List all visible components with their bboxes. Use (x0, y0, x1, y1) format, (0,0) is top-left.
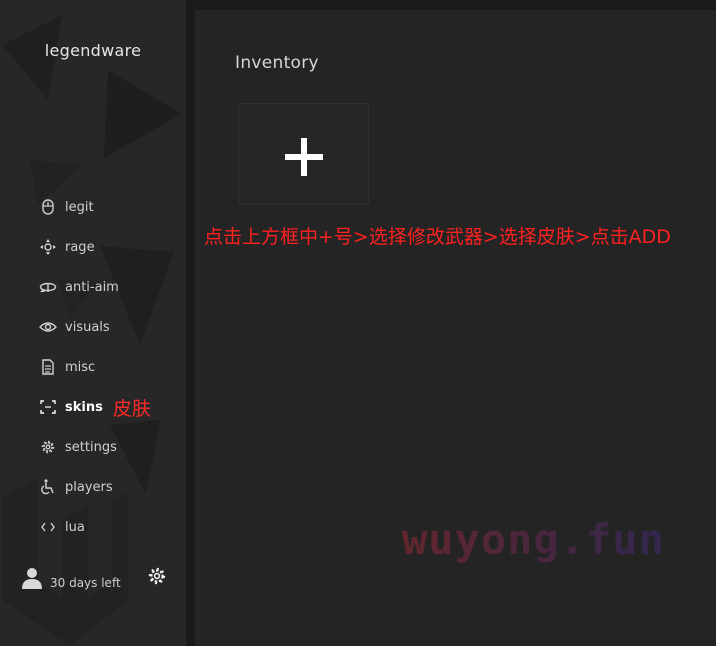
sidebar-item-legit[interactable]: legit (38, 187, 178, 227)
rotate-icon (38, 277, 58, 297)
watermark: wuyong.fun (402, 515, 665, 564)
add-item-tile[interactable] (238, 103, 369, 205)
sidebar-footer: 30 days left (20, 566, 180, 596)
sidebar-item-label: rage (65, 239, 95, 255)
sidebar-item-label: players (65, 479, 113, 495)
subscription-days-left: 30 days left (50, 576, 121, 590)
sidebar-item-label: legit (65, 199, 94, 215)
sidebar-item-anti-aim[interactable]: anti-aim (38, 267, 178, 307)
sidebar-item-skins[interactable]: skins 皮肤 (38, 387, 178, 427)
settings-gear-icon[interactable] (147, 566, 167, 586)
sidebar-nav: legit rage anti-aim visuals misc skins 皮… (38, 187, 178, 547)
gear-icon (38, 437, 58, 457)
document-icon (38, 357, 58, 377)
sidebar-item-label: misc (65, 359, 96, 375)
page-title: Inventory (235, 53, 319, 73)
mouse-icon (38, 197, 58, 217)
plus-icon (285, 138, 323, 176)
frame-corners-icon (38, 397, 58, 417)
sidebar-item-lua[interactable]: lua (38, 507, 178, 547)
sidebar-item-misc[interactable]: misc (38, 347, 178, 387)
sidebar-item-visuals[interactable]: visuals (38, 307, 178, 347)
sidebar-item-rage[interactable]: rage (38, 227, 178, 267)
avatar[interactable] (20, 566, 44, 590)
skins-annotation: 皮肤 (112, 397, 151, 420)
sidebar-item-label: anti-aim (65, 279, 119, 295)
instruction-annotation: 点击上方框中+号>选择修改武器>选择皮肤>点击ADD (204, 226, 671, 248)
crosshair-icon (38, 237, 58, 257)
code-brackets-icon (38, 517, 58, 537)
sidebar-item-settings[interactable]: settings (38, 427, 178, 467)
app-window: legendware legit rage anti-aim visuals m… (0, 0, 716, 646)
eye-icon (38, 317, 58, 337)
wheelchair-icon (38, 477, 58, 497)
sidebar-item-players[interactable]: players (38, 467, 178, 507)
sidebar-item-label: settings (65, 439, 117, 455)
sidebar: legendware legit rage anti-aim visuals m… (0, 0, 186, 646)
brand-logo-text: legendware (44, 41, 142, 60)
sidebar-item-label: skins (65, 399, 103, 415)
sidebar-item-label: lua (65, 519, 85, 535)
sidebar-item-label: visuals (65, 319, 110, 335)
inventory-panel: Inventory 点击上方框中+号>选择修改武器>选择皮肤>点击ADD wuy… (195, 10, 716, 646)
